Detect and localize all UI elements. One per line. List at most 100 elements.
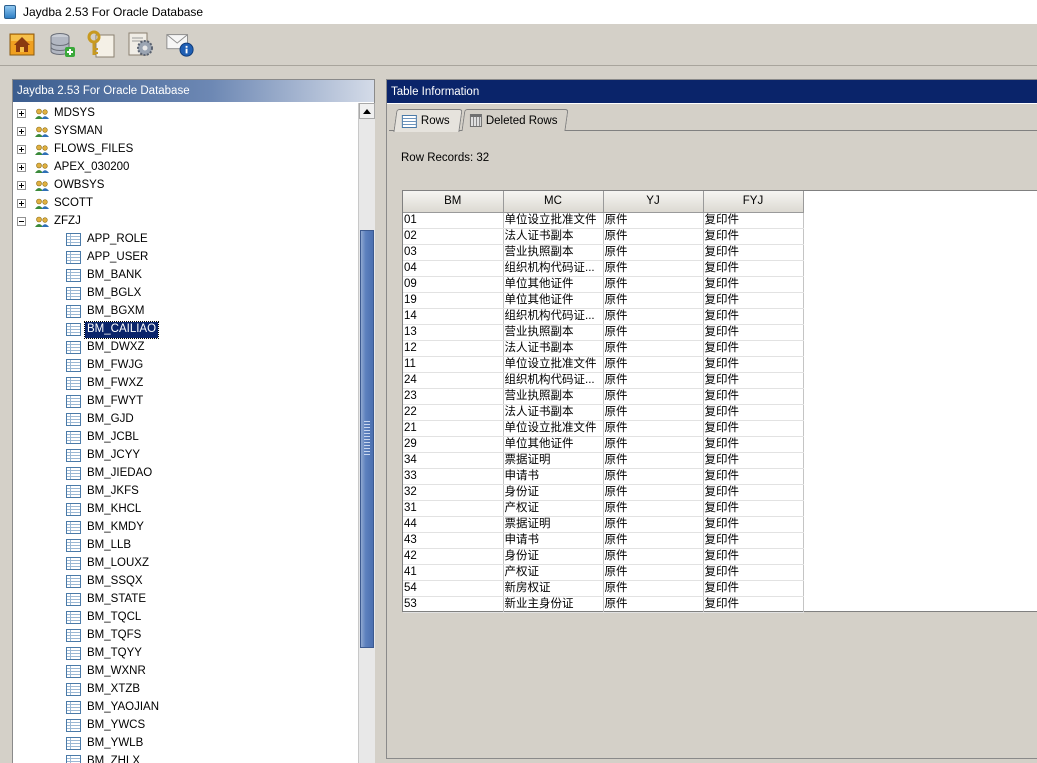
table-row[interactable]: 31 产权证 原件 复印件 bbox=[403, 500, 804, 517]
table-row[interactable]: 42 身份证 原件 复印件 bbox=[403, 548, 804, 565]
table-cell-bm[interactable]: 09 bbox=[403, 276, 504, 293]
table-cell-mc[interactable]: 申请书 bbox=[503, 532, 604, 549]
tree-table-item[interactable]: BM_YAOJIAN bbox=[13, 699, 358, 717]
tree-table-item[interactable]: APP_ROLE bbox=[13, 231, 358, 249]
tree-table-item[interactable]: BM_TQFS bbox=[13, 627, 358, 645]
table-cell-bm[interactable]: 31 bbox=[403, 500, 504, 517]
table-cell-mc[interactable]: 申请书 bbox=[503, 468, 604, 485]
tree-schema-zfzj[interactable]: ZFZJ bbox=[13, 213, 358, 231]
table-cell-mc[interactable]: 单位其他证件 bbox=[503, 292, 604, 309]
table-cell-bm[interactable]: 11 bbox=[403, 356, 504, 373]
scroll-up-button[interactable] bbox=[359, 103, 375, 119]
column-header-fyj[interactable]: FYJ bbox=[703, 191, 804, 213]
table-cell-bm[interactable]: 23 bbox=[403, 388, 504, 405]
table-cell-mc[interactable]: 营业执照副本 bbox=[503, 324, 604, 341]
table-cell-mc[interactable]: 法人证书副本 bbox=[503, 228, 604, 245]
table-cell-mc[interactable]: 法人证书副本 bbox=[503, 340, 604, 357]
table-row[interactable]: 29 单位其他证件 原件 复印件 bbox=[403, 436, 804, 453]
table-cell-mc[interactable]: 组织机构代码证... bbox=[503, 372, 604, 389]
table-cell-fyj[interactable]: 复印件 bbox=[703, 468, 804, 485]
table-cell-yj[interactable]: 原件 bbox=[603, 212, 704, 229]
tree-table-item[interactable]: BM_JCYY bbox=[13, 447, 358, 465]
table-cell-fyj[interactable]: 复印件 bbox=[703, 260, 804, 277]
table-cell-fyj[interactable]: 复印件 bbox=[703, 532, 804, 549]
table-cell-mc[interactable]: 产权证 bbox=[503, 564, 604, 581]
table-cell-fyj[interactable]: 复印件 bbox=[703, 452, 804, 469]
table-cell-fyj[interactable]: 复印件 bbox=[703, 324, 804, 341]
tree-table-item[interactable]: BM_JIEDAO bbox=[13, 465, 358, 483]
table-cell-bm[interactable]: 43 bbox=[403, 532, 504, 549]
table-cell-mc[interactable]: 新房权证 bbox=[503, 580, 604, 597]
table-cell-yj[interactable]: 原件 bbox=[603, 356, 704, 373]
table-cell-fyj[interactable]: 复印件 bbox=[703, 388, 804, 405]
table-cell-fyj[interactable]: 复印件 bbox=[703, 340, 804, 357]
table-cell-yj[interactable]: 原件 bbox=[603, 468, 704, 485]
table-cell-mc[interactable]: 票据证明 bbox=[503, 452, 604, 469]
tree-table-item[interactable]: BM_YWLB bbox=[13, 735, 358, 753]
table-cell-yj[interactable]: 原件 bbox=[603, 228, 704, 245]
tree-schema-scott[interactable]: SCOTT bbox=[13, 195, 358, 213]
tree-table-item[interactable]: BM_JKFS bbox=[13, 483, 358, 501]
table-cell-bm[interactable]: 21 bbox=[403, 420, 504, 437]
table-row[interactable]: 34 票据证明 原件 复印件 bbox=[403, 452, 804, 469]
table-cell-yj[interactable]: 原件 bbox=[603, 596, 704, 613]
table-row[interactable]: 19 单位其他证件 原件 复印件 bbox=[403, 292, 804, 309]
table-cell-bm[interactable]: 33 bbox=[403, 468, 504, 485]
table-row[interactable]: 12 法人证书副本 原件 复印件 bbox=[403, 340, 804, 357]
table-cell-bm[interactable]: 13 bbox=[403, 324, 504, 341]
table-cell-fyj[interactable]: 复印件 bbox=[703, 292, 804, 309]
tree-schema-flows-files[interactable]: FLOWS_FILES bbox=[13, 141, 358, 159]
tree-table-item[interactable]: BM_LOUXZ bbox=[13, 555, 358, 573]
tree-table-item[interactable]: BM_WXNR bbox=[13, 663, 358, 681]
add-database-button[interactable] bbox=[47, 29, 77, 59]
table-cell-yj[interactable]: 原件 bbox=[603, 580, 704, 597]
table-row[interactable]: 54 新房权证 原件 复印件 bbox=[403, 580, 804, 597]
table-cell-yj[interactable]: 原件 bbox=[603, 276, 704, 293]
table-cell-bm[interactable]: 02 bbox=[403, 228, 504, 245]
table-cell-fyj[interactable]: 复印件 bbox=[703, 244, 804, 261]
tree-table-item[interactable]: BM_FWJG bbox=[13, 357, 358, 375]
table-cell-yj[interactable]: 原件 bbox=[603, 484, 704, 501]
table-cell-mc[interactable]: 法人证书副本 bbox=[503, 404, 604, 421]
table-cell-yj[interactable]: 原件 bbox=[603, 532, 704, 549]
table-cell-mc[interactable]: 单位设立批准文件 bbox=[503, 356, 604, 373]
table-row[interactable]: 41 产权证 原件 复印件 bbox=[403, 564, 804, 581]
table-cell-bm[interactable]: 54 bbox=[403, 580, 504, 597]
tree-table-item[interactable]: BM_CAILIAO bbox=[13, 321, 358, 339]
tab-deleted-rows[interactable]: Deleted Rows bbox=[461, 109, 569, 131]
tree-table-item[interactable]: BM_TQYY bbox=[13, 645, 358, 663]
table-cell-bm[interactable]: 01 bbox=[403, 212, 504, 229]
table-cell-bm[interactable]: 19 bbox=[403, 292, 504, 309]
tree-table-item[interactable]: BM_DWXZ bbox=[13, 339, 358, 357]
table-cell-bm[interactable]: 42 bbox=[403, 548, 504, 565]
table-cell-bm[interactable]: 32 bbox=[403, 484, 504, 501]
table-cell-yj[interactable]: 原件 bbox=[603, 452, 704, 469]
table-row[interactable]: 13 营业执照副本 原件 复印件 bbox=[403, 324, 804, 341]
table-row[interactable]: 24 组织机构代码证... 原件 复印件 bbox=[403, 372, 804, 389]
table-cell-yj[interactable]: 原件 bbox=[603, 340, 704, 357]
table-cell-bm[interactable]: 14 bbox=[403, 308, 504, 325]
table-cell-bm[interactable]: 22 bbox=[403, 404, 504, 421]
table-cell-yj[interactable]: 原件 bbox=[603, 564, 704, 581]
collapse-toggle-icon[interactable] bbox=[17, 217, 26, 226]
table-cell-yj[interactable]: 原件 bbox=[603, 436, 704, 453]
column-header-yj[interactable]: YJ bbox=[603, 191, 704, 213]
table-cell-mc[interactable]: 单位设立批准文件 bbox=[503, 212, 604, 229]
tree-table-item[interactable]: BM_YWCS bbox=[13, 717, 358, 735]
tree-table-item[interactable]: BM_ZHLX bbox=[13, 753, 358, 763]
table-cell-bm[interactable]: 44 bbox=[403, 516, 504, 533]
table-row[interactable]: 23 营业执照副本 原件 复印件 bbox=[403, 388, 804, 405]
tree-table-item[interactable]: BM_FWXZ bbox=[13, 375, 358, 393]
tree-table-item[interactable]: BM_JCBL bbox=[13, 429, 358, 447]
table-row[interactable]: 04 组织机构代码证... 原件 复印件 bbox=[403, 260, 804, 277]
expand-toggle-icon[interactable] bbox=[17, 199, 26, 208]
schema-tree[interactable]: MDSYS SYSMAN FLOWS_FILES APEX_030200 OWBSYS S… bbox=[13, 103, 358, 763]
table-cell-yj[interactable]: 原件 bbox=[603, 260, 704, 277]
tree-table-item[interactable]: BM_KHCL bbox=[13, 501, 358, 519]
table-cell-yj[interactable]: 原件 bbox=[603, 516, 704, 533]
data-grid[interactable]: BM MC YJ FYJ 01 单位设立批准文件 原件 复印件 02 法人证书副本 原件 复印件 03… bbox=[402, 190, 1037, 613]
table-cell-fyj[interactable]: 复印件 bbox=[703, 596, 804, 613]
table-row[interactable]: 43 申请书 原件 复印件 bbox=[403, 532, 804, 549]
tree-schema-owbsys[interactable]: OWBSYS bbox=[13, 177, 358, 195]
table-cell-fyj[interactable]: 复印件 bbox=[703, 356, 804, 373]
